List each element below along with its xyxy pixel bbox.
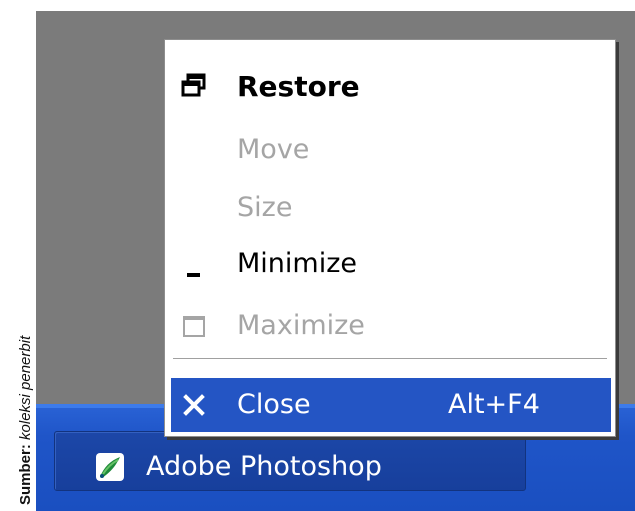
menu-item-label: Maximize [237,310,365,341]
minimize-icon [179,252,209,282]
menu-item-label: Size [237,192,293,223]
menu-item-close[interactable]: Close Alt+F4 [171,378,611,432]
maximize-icon [179,312,209,342]
screenshot-area: Adobe Photoshop Restore Move Size Minimi… [36,11,635,511]
menu-separator [173,358,607,360]
menu-item-restore[interactable]: Restore [165,58,615,114]
menu-item-minimize[interactable]: Minimize [165,236,615,292]
restore-icon [179,70,209,100]
close-icon [179,390,209,420]
caption-text: Sumber: koleksi penerbit [17,336,34,505]
caption-label: Sumber: [17,444,34,505]
figure-caption: Sumber: koleksi penerbit [0,0,34,511]
menu-item-size[interactable]: Size [165,180,615,236]
menu-item-move[interactable]: Move [165,122,615,178]
menu-item-label: Minimize [237,248,357,279]
caption-source: koleksi penerbit [17,335,34,440]
photoshop-app-icon [96,453,124,481]
menu-item-label: Move [237,134,310,165]
window-system-menu: Restore Move Size Minimize Maximize Clos… [164,39,616,437]
taskbar-button-label: Adobe Photoshop [146,451,382,482]
menu-item-maximize[interactable]: Maximize [165,298,615,354]
menu-item-label: Restore [237,70,360,103]
menu-item-shortcut: Alt+F4 [448,389,540,420]
menu-item-label: Close [237,389,311,420]
